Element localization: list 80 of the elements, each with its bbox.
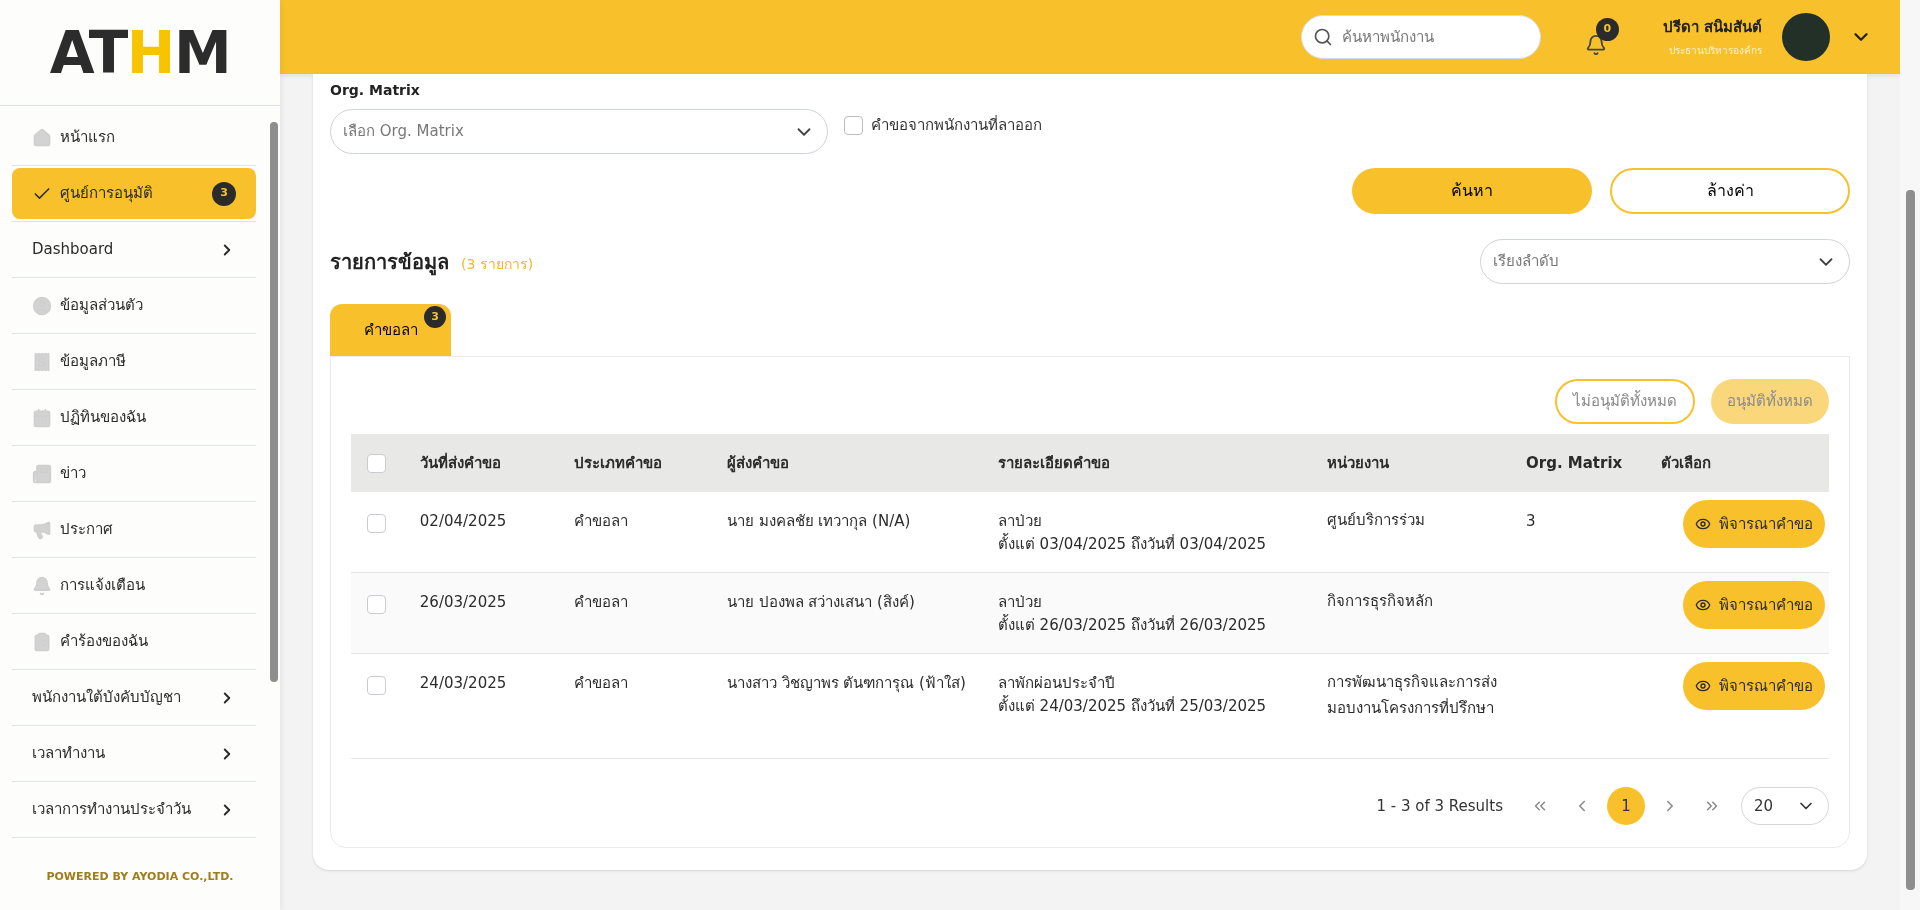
column-header: หน่วยงาน (1326, 453, 1389, 472)
row-checkbox[interactable] (367, 595, 386, 614)
bell-icon (32, 575, 52, 596)
sidebar-item[interactable]: ข้อมูลส่วนตัว (12, 280, 256, 331)
table-cell-text: ลาป่วย (997, 511, 1043, 532)
search-icon (1312, 27, 1333, 47)
user-icon (32, 295, 52, 316)
powered-by-text: POWERED BY AYODIA CO.,LTD. (45, 869, 235, 886)
column-header: Org. Matrix (1526, 453, 1623, 472)
table-cell-text: ตั้งแต่ 24/03/2025 ถึงวันที่ 25/03/2025 (997, 694, 1268, 717)
table-cell: คำขอลา (574, 512, 629, 530)
sidebar-item[interactable]: Dashboard (12, 224, 256, 275)
table-cell: นางสาว วิชญาพร ตันฑการุณ (ฟ้าใส) (726, 674, 966, 692)
calendar-icon (32, 407, 52, 428)
table-cell: 26/03/2025 (419, 593, 507, 611)
column-header: วันที่ส่งคำขอ (419, 453, 501, 472)
sidebar-item[interactable]: คำร้องของฉัน (12, 616, 256, 667)
row-checkbox[interactable] (367, 676, 386, 695)
sidebar-item[interactable]: ข่าว (12, 448, 256, 499)
table-cell-text: ตั้งแต่ 26/03/2025 ถึงวันที่ 26/03/2025 (997, 613, 1268, 636)
sidebar-item[interactable]: หน้าแรก (12, 112, 256, 163)
employee-search-field[interactable]: ค้นหาพนักงาน (1300, 15, 1541, 59)
row-checkbox[interactable] (367, 514, 386, 533)
sidebar-item[interactable]: เวลาทำงาน (12, 728, 256, 779)
column-header: ผู้ส่งคำขอ (726, 453, 789, 472)
column-header: ตัวเลือก (1660, 453, 1711, 472)
eye-icon (1695, 597, 1711, 613)
count-badge: 3 (212, 181, 236, 206)
table-cell: คำขอลา (574, 674, 629, 692)
search-button[interactable]: ค้นหา (1352, 168, 1592, 214)
table-cell: กิจการธุรกิจหลัก (1326, 592, 1433, 610)
org-matrix-label: Org. Matrix (330, 81, 420, 100)
eye-icon (1695, 678, 1711, 694)
review-request-button[interactable]: พิจารณาคำขอ (1683, 500, 1825, 548)
list-title: รายการข้อมูล (330, 248, 449, 277)
eye-icon (1695, 516, 1711, 532)
page-button[interactable]: 1 (1607, 787, 1645, 825)
user-name: ปรีดา สนิมสันต์ (1662, 17, 1762, 39)
tab[interactable]: คำขอลา 3 (330, 304, 451, 356)
sidebar-item[interactable]: ปฏิทินของฉัน (12, 392, 256, 443)
results-summary: 1 - 3 of 3 Results (1376, 795, 1503, 817)
resigned-checkbox[interactable] (844, 116, 863, 135)
table-cell: 3 (1526, 512, 1536, 530)
row-checkbox[interactable] (367, 453, 386, 473)
sidebar-item[interactable]: ข้อมูลภาษี (12, 336, 256, 387)
table-cell: การพัฒนาธุรกิจและการส่งมอบงานโครงการที่ปรึกษา (1326, 673, 1497, 717)
sidebar-item[interactable]: การแจ้งเตือน (12, 560, 256, 611)
user-role: ประธานบริหารองค์กร (1669, 43, 1762, 58)
sidebar-item[interactable]: เวลาการทำงานประจำวัน (12, 784, 256, 835)
table-cell: ศูนย์บริการร่วม (1326, 511, 1425, 529)
logo: ATHM (49, 23, 231, 82)
sidebar-item[interactable]: ศูนย์การอนุมัติ 3 (12, 168, 256, 219)
table-cell: คำขอลา (574, 593, 629, 611)
receipt-icon (32, 351, 52, 372)
column-header: รายละเอียดคำขอ (997, 453, 1110, 472)
table-cell: 02/04/2025 (419, 512, 507, 530)
avatar (1782, 13, 1830, 61)
list-count: (3 รายการ) (461, 254, 534, 274)
news-icon (32, 463, 52, 484)
resigned-checkbox-label: คำขอจากพนักงานที่ลาออก (871, 114, 1042, 137)
table-cell-text: ลาป่วย (997, 592, 1043, 613)
reject-all-button[interactable]: ไม่อนุมัติทั้งหมด (1555, 379, 1695, 424)
bell-icon (1584, 34, 1607, 56)
notification-count: 0 (1595, 18, 1619, 41)
tab-count-badge: 3 (424, 306, 446, 328)
clear-button[interactable]: ล้างค่า (1610, 168, 1850, 214)
table-cell: นาย ปองพล สว่างเสนา (สิงค์) (726, 593, 915, 611)
table-cell: นาย มงคลชัย เทวากุล (N/A) (726, 512, 911, 530)
review-request-button[interactable]: พิจารณาคำขอ (1683, 662, 1825, 710)
table-cell: 24/03/2025 (419, 674, 507, 692)
table-cell-text: ตั้งแต่ 03/04/2025 ถึงวันที่ 03/04/2025 (997, 532, 1268, 555)
notification-button[interactable]: 0 (1584, 18, 1619, 56)
clipboard-icon (32, 631, 52, 652)
column-header: ประเภทคำขอ (574, 453, 663, 472)
table-cell-text: ลาพักผ่อนประจำปี (997, 673, 1116, 694)
sidebar-item[interactable]: พนักงานใต้บังคับบัญชา (12, 672, 256, 723)
home-icon (32, 127, 52, 148)
review-request-button[interactable]: พิจารณาคำขอ (1683, 581, 1825, 629)
sidebar-item[interactable]: ประกาศ (12, 504, 256, 555)
megaphone-icon (32, 519, 52, 540)
